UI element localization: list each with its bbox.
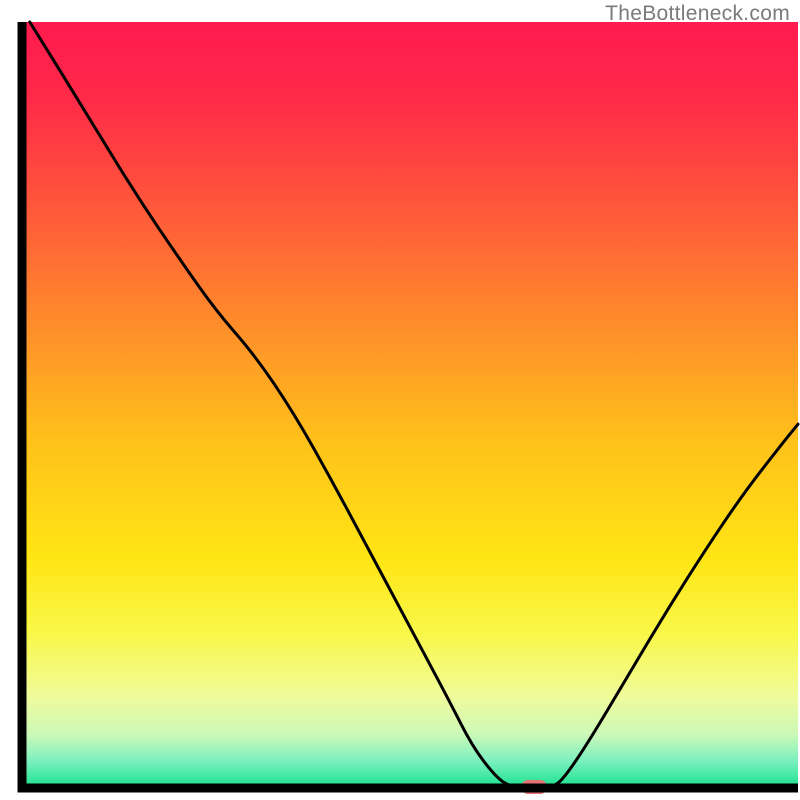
watermark-text: TheBottleneck.com: [605, 2, 790, 26]
chart-container: TheBottleneck.com: [0, 0, 800, 800]
gradient-background: [22, 22, 798, 788]
bottleneck-chart: [0, 0, 800, 800]
